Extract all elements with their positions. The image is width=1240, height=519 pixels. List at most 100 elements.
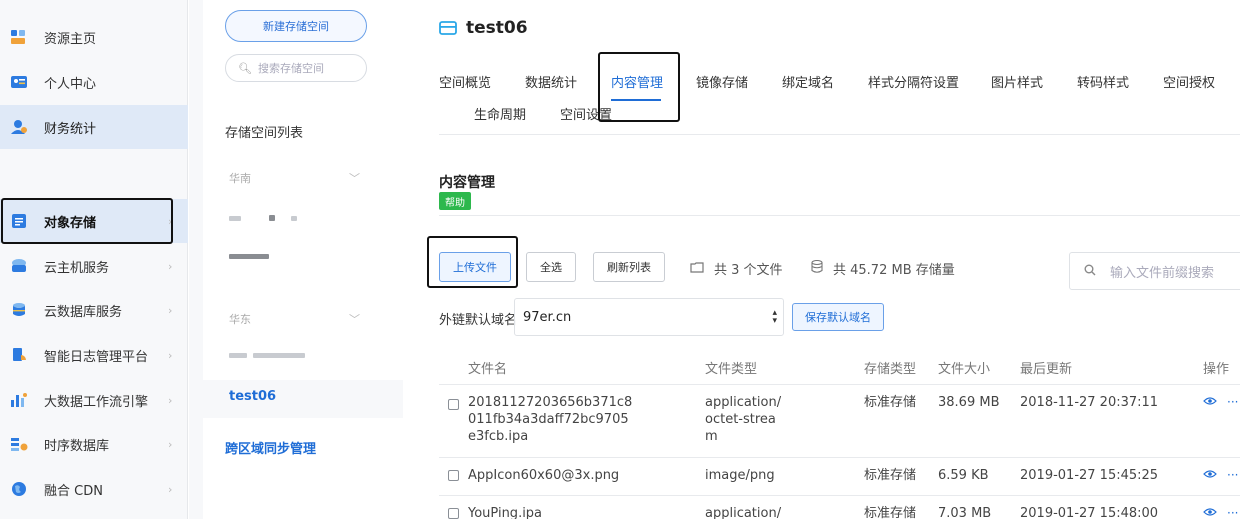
table-header-divider: [439, 384, 1240, 385]
nav-item-object-storage[interactable]: 对象存储 ›: [0, 199, 188, 243]
last-updated: 2019-01-27 15:48:00: [1020, 506, 1159, 519]
new-bucket-button[interactable]: 新建存储空间: [225, 10, 367, 42]
file-count-text: 共 3 个文件: [714, 263, 783, 278]
nav-item-timeseries-db[interactable]: 时序数据库 ›: [0, 422, 188, 466]
redacted-bucket: [269, 215, 275, 221]
more-options-icon[interactable]: ···: [1227, 506, 1238, 519]
tab-image-style[interactable]: 图片样式: [991, 72, 1043, 91]
nav-label: 资源主页: [44, 31, 97, 47]
chevron-right-icon: ›: [168, 437, 173, 451]
upload-file-button[interactable]: 上传文件: [439, 252, 511, 282]
section-title: 内容管理: [439, 175, 495, 191]
tab-space-settings[interactable]: 空间设置: [560, 104, 612, 123]
row-checkbox[interactable]: [448, 399, 459, 410]
region-east[interactable]: 华东: [229, 311, 251, 327]
preview-eye-icon[interactable]: [1203, 468, 1217, 482]
row-actions: ···: [1203, 395, 1238, 409]
cloud-host-icon: [10, 257, 28, 275]
chevron-down-icon[interactable]: ﹀: [349, 311, 360, 327]
file-name[interactable]: YouPing.ipa: [468, 505, 542, 519]
chevron-right-icon: ›: [168, 303, 173, 317]
main-content: test06 空间概览 数据统计 内容管理 镜像存储 绑定域名 样式分隔符设置 …: [403, 0, 1240, 519]
nav-item-bigdata-workflow[interactable]: 大数据工作流引擎 ›: [0, 378, 188, 422]
file-type: image/png: [705, 468, 775, 483]
row-divider: [439, 495, 1240, 496]
tab-transcode-style[interactable]: 转码样式: [1077, 72, 1129, 91]
bucket-item-test06[interactable]: test06: [229, 389, 276, 404]
nav-label: 云主机服务: [44, 260, 110, 276]
tab-lifecycle[interactable]: 生命周期: [474, 104, 526, 123]
row-divider: [439, 457, 1240, 458]
section-divider: [439, 215, 1240, 216]
cross-region-sync-link[interactable]: 跨区域同步管理: [225, 438, 316, 457]
default-domain-label: 外链默认域名: [439, 313, 518, 328]
file-name[interactable]: 20181127203656b371c8 011fb34a3daff72bc97…: [468, 394, 632, 445]
column-header-updated: 最后更新: [1020, 362, 1073, 377]
bucket-icon: [439, 20, 457, 36]
nav-label: 云数据库服务: [44, 304, 123, 320]
nav-item-cdn[interactable]: 融合 CDN ›: [0, 467, 188, 511]
file-size: 6.59 KB: [938, 468, 989, 483]
redacted-bucket: [253, 353, 305, 358]
tab-style-separator[interactable]: 样式分隔符设置: [868, 72, 959, 91]
default-domain-select[interactable]: 97er.cn ▴ ▾: [514, 298, 784, 336]
file-search-input[interactable]: 输入文件前缀搜索: [1069, 252, 1240, 290]
chevron-right-icon: ›: [168, 259, 173, 273]
chevron-right-icon: ›: [168, 214, 173, 228]
nav-item-finance[interactable]: 财务统计: [0, 105, 188, 149]
help-badge[interactable]: 帮助: [439, 192, 471, 210]
redacted-bucket: [291, 216, 297, 221]
search-icon: 🔍︎: [238, 61, 252, 75]
bigdata-workflow-icon: [10, 391, 28, 409]
chevron-down-icon[interactable]: ﹀: [349, 170, 360, 186]
region-south[interactable]: 华南: [229, 170, 251, 186]
storage-total-text: 共 45.72 MB 存储量: [833, 263, 955, 278]
last-updated: 2018-11-27 20:37:11: [1020, 395, 1159, 410]
more-options-icon[interactable]: ···: [1227, 395, 1238, 409]
preview-eye-icon[interactable]: [1203, 395, 1217, 409]
tab-statistics[interactable]: 数据统计: [525, 72, 577, 91]
file-search-placeholder: 输入文件前缀搜索: [1110, 265, 1215, 281]
file-count: 共 3 个文件: [690, 259, 783, 278]
bucket-search-input[interactable]: 🔍︎ 搜索存储空间: [225, 54, 367, 82]
refresh-list-button[interactable]: 刷新列表: [593, 252, 665, 282]
chevron-right-icon: ›: [168, 393, 173, 407]
tab-mirror-storage[interactable]: 镜像存储: [696, 72, 748, 91]
object-storage-icon: [10, 212, 28, 230]
nav-item-cloud-database[interactable]: 云数据库服务 ›: [0, 288, 188, 332]
row-checkbox[interactable]: [448, 508, 459, 519]
more-options-icon[interactable]: ···: [1227, 468, 1238, 482]
tab-overview[interactable]: 空间概览: [439, 72, 491, 91]
redacted-bucket: [229, 216, 241, 221]
chevron-right-icon: ›: [168, 348, 173, 362]
bucket-list-title: 存储空间列表: [225, 126, 304, 141]
save-default-domain-button[interactable]: 保存默认域名: [792, 303, 884, 331]
nav-label: 对象存储: [44, 215, 97, 231]
row-checkbox[interactable]: [448, 470, 459, 481]
space-title: test06: [439, 18, 528, 38]
redacted-bucket: [229, 254, 269, 259]
bucket-search-placeholder: 搜索存储空间: [257, 62, 324, 75]
preview-eye-icon[interactable]: [1203, 506, 1217, 519]
timeseries-db-icon: [10, 435, 28, 453]
tab-bind-domain[interactable]: 绑定域名: [782, 72, 834, 91]
active-tab-underline: [611, 99, 661, 101]
tab-space-auth[interactable]: 空间授权: [1163, 72, 1215, 91]
storage-type: 标准存储: [864, 395, 917, 410]
nav-label: 个人中心: [44, 76, 97, 92]
nav-item-profile[interactable]: 个人中心: [0, 60, 188, 104]
column-header-actions: 操作: [1203, 362, 1230, 377]
file-type: application/: [705, 506, 782, 519]
nav-item-cloud-host[interactable]: 云主机服务 ›: [0, 244, 188, 288]
file-name[interactable]: AppIcon60x60@3x.png: [468, 467, 619, 484]
finance-user-icon: [10, 118, 28, 136]
select-arrows-icon: ▴ ▾: [772, 308, 777, 326]
nav-item-resource-home[interactable]: 资源主页: [0, 15, 188, 59]
select-all-button[interactable]: 全选: [526, 252, 576, 282]
nav-item-log-platform[interactable]: 智能日志管理平台 ›: [0, 333, 188, 377]
row-actions: ···: [1203, 506, 1238, 519]
storage-type: 标准存储: [864, 506, 917, 519]
storage-type: 标准存储: [864, 468, 917, 483]
nav-label: 融合 CDN: [44, 483, 103, 499]
tab-content-management[interactable]: 内容管理: [611, 72, 663, 91]
